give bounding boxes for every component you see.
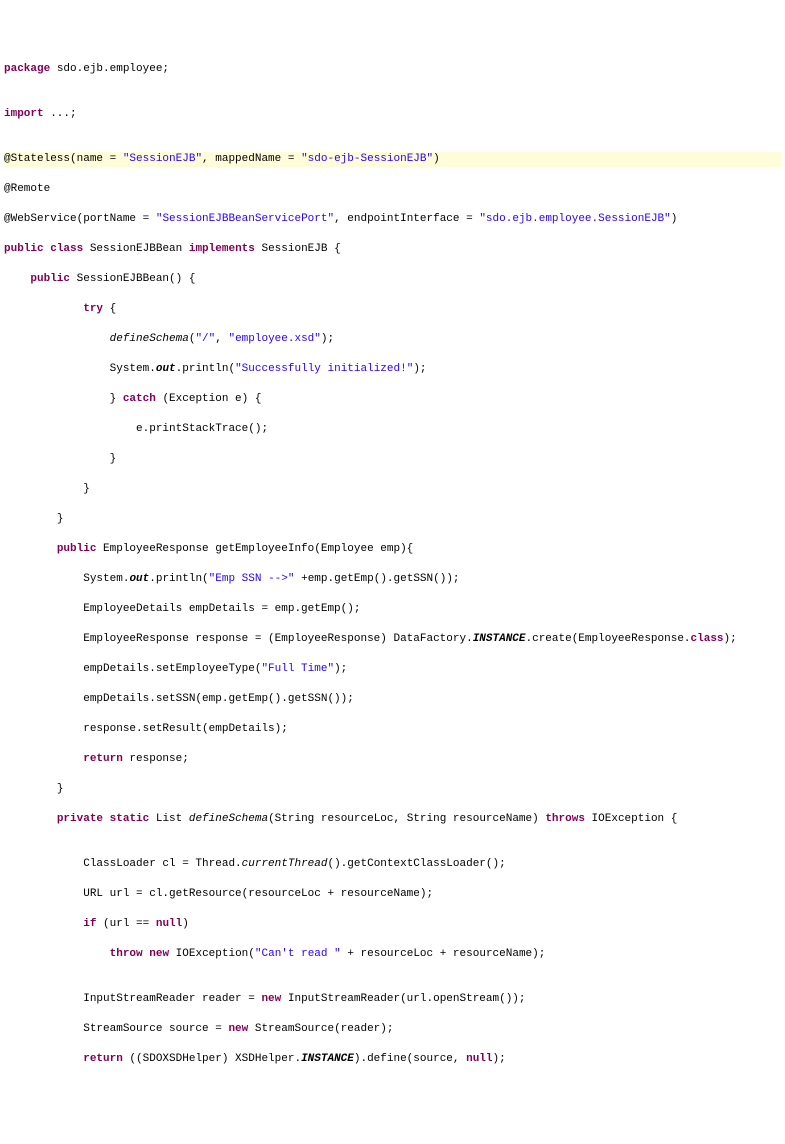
code-line: public EmployeeResponse getEmployeeInfo(…	[4, 542, 781, 557]
code-line: e.printStackTrace();	[4, 422, 781, 437]
code-line: URL url = cl.getResource(resourceLoc + r…	[4, 887, 781, 902]
code-line: EmployeeResponse response = (EmployeeRes…	[4, 632, 781, 647]
code-line: InputStreamReader reader = new InputStre…	[4, 992, 781, 1007]
code-line: }	[4, 782, 781, 797]
code-line: } catch (Exception e) {	[4, 392, 781, 407]
code-line: private static List defineSchema(String …	[4, 812, 781, 827]
code-line: @WebService(portName = "SessionEJBBeanSe…	[4, 212, 781, 227]
code-line: package sdo.ejb.employee;	[4, 62, 781, 77]
code-line: public SessionEJBBean() {	[4, 272, 781, 287]
code-line: System.out.println("Successfully initial…	[4, 362, 781, 377]
code-line: empDetails.setEmployeeType("Full Time");	[4, 662, 781, 677]
code-line: try {	[4, 302, 781, 317]
code-line: defineSchema("/", "employee.xsd");	[4, 332, 781, 347]
code-line: throw new IOException("Can't read " + re…	[4, 947, 781, 962]
code-line: @Remote	[4, 182, 781, 197]
code-line: StreamSource source = new StreamSource(r…	[4, 1022, 781, 1037]
code-line: return response;	[4, 752, 781, 767]
code-line: }	[4, 452, 781, 467]
code-line: response.setResult(empDetails);	[4, 722, 781, 737]
code-line: if (url == null)	[4, 917, 781, 932]
code-line: }	[4, 512, 781, 527]
code-line: import ...;	[4, 107, 781, 122]
code-editor[interactable]: package sdo.ejb.employee; import ...; @S…	[4, 62, 781, 1067]
code-line: public class SessionEJBBean implements S…	[4, 242, 781, 257]
code-line: empDetails.setSSN(emp.getEmp().getSSN())…	[4, 692, 781, 707]
code-line: ClassLoader cl = Thread.currentThread().…	[4, 857, 781, 872]
highlighted-line: @Stateless(name = "SessionEJB", mappedNa…	[4, 152, 781, 167]
code-line: EmployeeDetails empDetails = emp.getEmp(…	[4, 602, 781, 617]
code-line: return ((SDOXSDHelper) XSDHelper.INSTANC…	[4, 1052, 781, 1067]
code-line: }	[4, 482, 781, 497]
code-line: System.out.println("Emp SSN -->" +emp.ge…	[4, 572, 781, 587]
